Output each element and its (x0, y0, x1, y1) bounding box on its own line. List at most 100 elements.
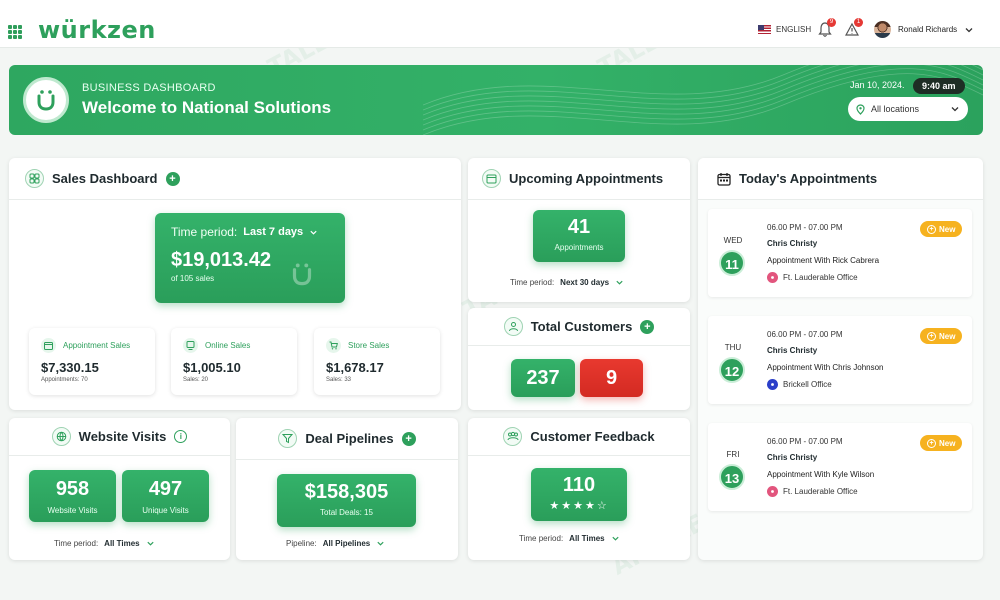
upcoming-period-label: Time period: (510, 278, 555, 287)
location-pin-icon (767, 379, 778, 390)
appointment-location-label: Brickell Office (783, 380, 832, 389)
pipeline-label: Pipeline: (286, 539, 317, 548)
language-label: ENGLISH (776, 25, 812, 34)
website-period-select[interactable]: Time period: All Times (54, 539, 155, 548)
appointment-item[interactable]: THU 12 06.00 PM - 07.00 PM Chris Christy… (708, 316, 972, 404)
feedback-count-box[interactable]: 110 ★★★★☆ (531, 468, 627, 521)
sales-dashboard-header: Sales Dashboard + (9, 158, 461, 200)
website-visits-count: 958 (55, 478, 90, 500)
deal-pipelines-title: Deal Pipelines (305, 431, 394, 446)
cart-icon (326, 338, 341, 353)
appointment-date: 12 (719, 357, 745, 383)
notifications-badge: 9 (827, 18, 836, 27)
sales-period-label: Time period: (171, 225, 238, 239)
top-bar: würkzen ENGLISH 9 1 Ronald Richards (0, 0, 1000, 48)
globe-icon (51, 427, 71, 446)
new-badge-label: New (939, 331, 956, 341)
website-period-value: All Times (104, 539, 140, 548)
website-visits-title: Website Visits (78, 429, 167, 444)
chevron-down-icon (146, 541, 154, 546)
total-customers-card: Total Customers + 237 9 (468, 308, 690, 410)
pipeline-value: All Pipelines (322, 539, 371, 548)
location-select[interactable]: All locations (848, 97, 968, 121)
feedback-period-select[interactable]: Time period: All Times (519, 534, 620, 543)
group-icon (503, 427, 523, 446)
appointment-client: Chris Christy (767, 346, 818, 355)
appointment-sales-value: $7,330.15 (41, 360, 99, 375)
deal-pipelines-header: Deal Pipelines + (236, 418, 458, 460)
pipeline-select[interactable]: Pipeline: All Pipelines (286, 539, 385, 548)
total-customers-title: Total Customers (530, 319, 633, 334)
online-sales-card[interactable]: Online Sales $1,005.10 Sales: 20 (171, 328, 297, 395)
star-empty-icon: ☆ (596, 500, 609, 512)
chevron-down-icon (616, 280, 623, 285)
todays-appointments-title: Today's Appointments (739, 171, 878, 186)
sales-period-value[interactable]: Last 7 days (243, 226, 303, 238)
dashboard-icon (25, 169, 44, 188)
appointment-sales-card[interactable]: Appointment Sales $7,330.15 Appointments… (29, 328, 155, 395)
appointment-day: WED (723, 236, 743, 245)
add-deal-button[interactable]: + (401, 431, 416, 446)
deals-total-box[interactable]: $158,305 Total Deals: 15 (277, 474, 416, 527)
store-sales-label: Store Sales (348, 341, 390, 350)
upcoming-appointments-header: Upcoming Appointments (468, 158, 690, 200)
appointment-location: Brickell Office (767, 379, 832, 390)
language-selector[interactable]: ENGLISH (758, 25, 811, 34)
appointment-location: Ft. Lauderable Office (767, 272, 858, 283)
unique-visits-box[interactable]: 497 Unique Visits (122, 470, 209, 522)
online-sales-label: Online Sales (205, 341, 251, 350)
deal-pipelines-card: Deal Pipelines + $158,305 Total Deals: 1… (236, 418, 458, 560)
website-visits-header: Website Visits i (9, 418, 230, 456)
page-title: Welcome to National Solutions (82, 98, 332, 117)
notifications-bell-icon[interactable]: 9 (818, 18, 836, 38)
appointment-location-label: Ft. Lauderable Office (783, 487, 858, 496)
deals-total-label: Total Deals: 15 (320, 508, 373, 517)
brand-logo-icon (23, 77, 69, 123)
store-sales-card[interactable]: Store Sales $1,678.17 Sales: 33 (314, 328, 440, 395)
customers-new-count: 9 (605, 367, 618, 389)
plus-circle-icon: + (927, 224, 936, 234)
feedback-count: 110 (562, 474, 596, 496)
appointment-client: Chris Christy (767, 239, 818, 248)
upcoming-period-select[interactable]: Time period: Next 30 days (510, 278, 624, 287)
new-badge: + New (920, 221, 963, 237)
add-sale-button[interactable]: + (165, 171, 180, 186)
star-filled-icon: ★ (549, 500, 562, 512)
app-logo[interactable]: würkzen (38, 16, 156, 44)
appointment-with: Appointment With Kyle Wilson (767, 470, 875, 479)
welcome-banner: BUSINESS DASHBOARD Welcome to National S… (9, 65, 983, 135)
sales-total-box[interactable]: Time period: Last 7 days $19,013.42 of 1… (155, 213, 345, 303)
appointment-item[interactable]: FRI 13 06.00 PM - 07.00 PM Chris Christy… (708, 423, 972, 511)
plus-circle-icon: + (927, 438, 936, 448)
add-customer-button[interactable]: + (640, 319, 655, 334)
website-visits-box[interactable]: 958 Website Visits (29, 470, 116, 522)
sales-dashboard-card: Sales Dashboard + Time period: Last 7 da… (9, 158, 461, 410)
appointment-day: FRI (726, 450, 740, 459)
store-sales-sub: Sales: 33 (326, 377, 352, 383)
appointment-location: Ft. Lauderable Office (767, 486, 858, 497)
calendar-icon (41, 338, 56, 353)
todays-appointments-card: Today's Appointments WED 11 06.00 PM - 0… (698, 158, 983, 560)
chevron-down-icon (951, 107, 959, 112)
online-sales-sub: Sales: 20 (183, 377, 209, 383)
user-menu[interactable]: Ronald Richards (874, 21, 974, 38)
brand-watermark-icon (292, 263, 312, 286)
info-icon[interactable]: i (174, 430, 188, 443)
calendar-clock-icon (482, 169, 501, 188)
plus-circle-icon: + (927, 331, 936, 341)
new-badge-label: New (939, 224, 956, 234)
customers-new-box[interactable]: 9 (580, 359, 643, 397)
appointment-item[interactable]: WED 11 06.00 PM - 07.00 PM Chris Christy… (708, 209, 972, 297)
avatar (874, 21, 891, 38)
upcoming-appointments-title: Upcoming Appointments (509, 171, 664, 186)
feedback-rating-stars: ★★★★☆ (531, 499, 627, 512)
upcoming-count-box[interactable]: 41 Appointments (533, 210, 625, 262)
us-flag-icon (758, 25, 771, 34)
customers-count-box[interactable]: 237 (511, 359, 575, 397)
alert-triangle-icon[interactable]: 1 (844, 18, 863, 38)
apps-grid-icon[interactable] (8, 25, 22, 39)
online-sales-value: $1,005.10 (183, 360, 241, 375)
upcoming-period-value: Next 30 days (560, 278, 610, 287)
chevron-down-icon (310, 230, 317, 235)
star-filled-icon: ★ (584, 500, 597, 512)
